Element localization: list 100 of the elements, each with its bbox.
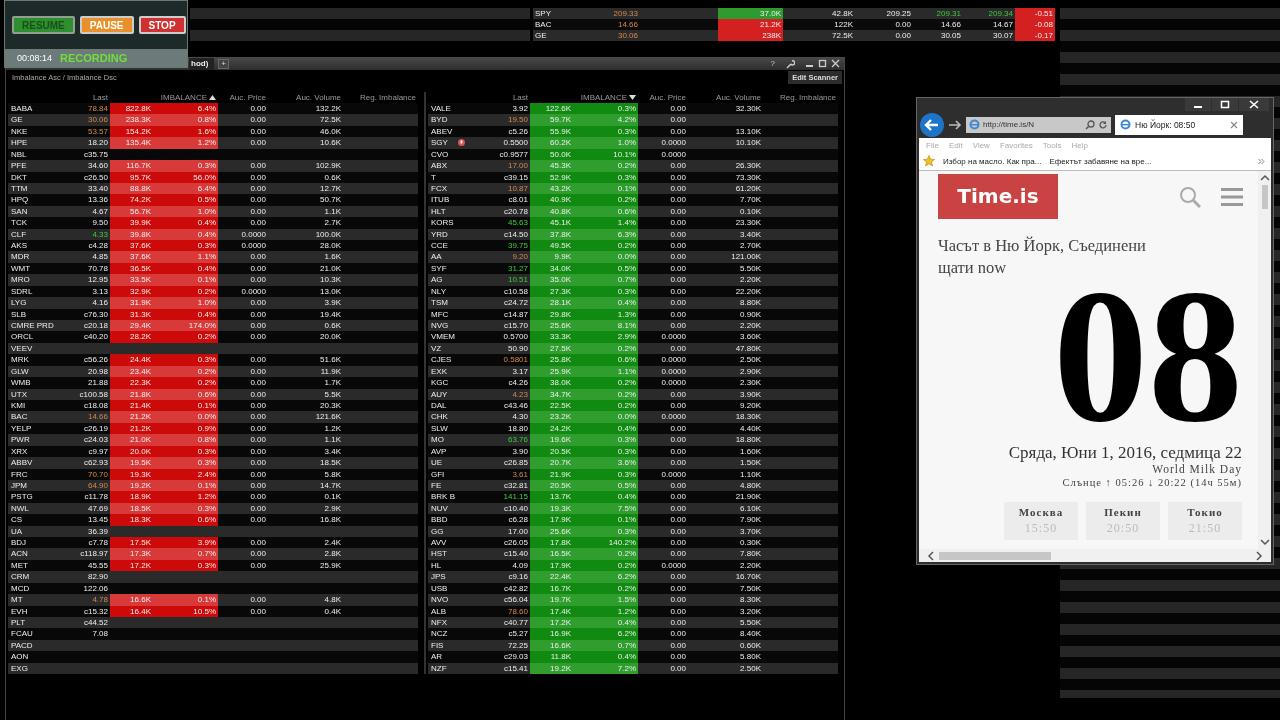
table-row[interactable]: BAC 14.66 21.2K 0.0% 0.00 121.6K — [8, 411, 418, 423]
table-row[interactable]: KGC c4.26 38.0K 0.2% 0.0000 2.30K — [428, 377, 838, 389]
scroll-left-icon[interactable] — [927, 550, 935, 561]
close-icon[interactable] — [831, 59, 840, 68]
refresh-icon[interactable] — [1098, 119, 1108, 130]
table-row[interactable]: KORS 45.63 45.1K 1.4% 0.00 23.30K — [428, 217, 838, 229]
back-button[interactable] — [920, 112, 944, 137]
horizontal-scrollbar[interactable] — [919, 549, 1271, 562]
address-bar[interactable]: http://time.is/N — [966, 116, 1111, 133]
maximize-icon[interactable] — [1212, 98, 1238, 111]
table-row[interactable]: BABA 78.84 822.8K 6.4% 0.00 132.2K — [8, 103, 418, 115]
table-row[interactable]: GE 30.06 238.3K 0.8% 0.00 72.5K — [8, 114, 418, 126]
table-row[interactable]: MO 63.76 19.6K 0.3% 0.00 18.80K — [428, 434, 838, 446]
favorite-link[interactable]: Ефектът забавяне на вре... — [1049, 156, 1152, 166]
close-icon[interactable] — [1239, 98, 1269, 111]
table-row[interactable]: MRO 12.95 33.5K 0.1% 0.00 10.3K — [8, 274, 418, 286]
column-header[interactable]: Auc. Price — [638, 92, 688, 103]
new-tab-button[interactable]: + — [218, 58, 229, 69]
table-row[interactable]: CHK 4.30 23.2K 0.0% 0.0000 18.30K — [428, 411, 838, 423]
table-row[interactable]: ABX 17.00 45.3K 0.2% 0.00 26.30K — [428, 160, 838, 172]
column-header[interactable]: Auc. Volume — [268, 92, 343, 103]
table-row[interactable]: HST c15.40 16.5K 0.2% 0.00 7.80K — [428, 548, 838, 560]
table-row[interactable]: CRM 82.90 — [8, 571, 418, 583]
table-row[interactable]: GFI 3.61 21.9K 0.3% 0.0000 1.10K — [428, 468, 838, 480]
scrollbar-thumb[interactable] — [1261, 185, 1268, 209]
table-row[interactable]: ITUB c8.01 40.9K 0.2% 0.00 7.70K — [428, 194, 838, 206]
table-row[interactable]: CJES 0.5801 25.8K 0.6% 0.0000 2.50K — [428, 354, 838, 366]
menu-icon[interactable] — [1221, 187, 1243, 206]
table-row[interactable]: AUY 4.23 34.7K 0.2% 0.00 3.90K — [428, 388, 838, 400]
column-header[interactable]: IMBALANCE — [160, 92, 207, 103]
site-logo[interactable]: Time.is — [938, 174, 1058, 219]
quote-row[interactable]: BAC 14.66 21.2K 122K 0.00 14.66 14.67 -0.08 — [533, 19, 1055, 30]
table-row[interactable]: AA 9.20 9.9K 0.0% 0.00 121.00K — [428, 251, 838, 263]
star-icon[interactable] — [923, 155, 935, 167]
table-row[interactable]: SGY 0.5500 60.2K 1.0% 0.0000 10.10K — [428, 137, 838, 149]
table-row[interactable]: HPQ 13.36 74.2K 0.5% 0.00 50.7K — [8, 194, 418, 206]
column-header[interactable]: Last — [72, 92, 110, 103]
column-header[interactable]: Auc. Price — [218, 92, 268, 103]
scroll-down-icon[interactable] — [1259, 538, 1270, 546]
forward-button[interactable] — [948, 118, 962, 131]
column-header[interactable]: Last — [492, 92, 530, 103]
table-row[interactable]: BDJ c7.78 17.5K 3.9% 0.00 2.4K — [8, 537, 418, 549]
table-row[interactable]: MDR 4.85 37.6K 1.1% 0.00 1.6K — [8, 251, 418, 263]
search-icon[interactable] — [1085, 119, 1095, 130]
table-row[interactable]: NVO c56.04 19.7K 1.5% 0.00 8.30K — [428, 594, 838, 606]
help-button[interactable]: ? — [770, 59, 775, 68]
table-row[interactable]: T c39.15 52.9K 0.3% 0.00 73.30K — [428, 171, 838, 183]
table-row[interactable]: CS 13.45 18.3K 0.6% 0.00 16.8K — [8, 514, 418, 526]
table-row[interactable]: VALE 3.92 122.6K 0.3% 0.00 32.30K — [428, 103, 838, 115]
table-row[interactable]: NVG c15.70 25.6K 8.1% 0.00 2.20K — [428, 320, 838, 332]
column-header[interactable]: Auc. Volume — [688, 92, 763, 103]
quote-row[interactable]: SPY 209.33 37.0K 42.8K 209.25 209.31 209.34 -0.51 — [533, 8, 1055, 19]
table-row[interactable]: UE c26.85 20.7K 3.6% 0.00 1.50K — [428, 457, 838, 469]
table-row[interactable]: MT 4.78 16.6K 0.1% 0.00 4.8K — [8, 594, 418, 606]
table-row[interactable]: PWR c24.03 21.0K 0.8% 0.00 1.1K — [8, 434, 418, 446]
table-row[interactable]: BBD c6.28 17.9K 0.1% 0.00 7.90K — [428, 514, 838, 526]
maximize-icon[interactable] — [818, 59, 827, 68]
table-row[interactable]: ALB 78.60 17.4K 1.2% 0.00 3.20K — [428, 605, 838, 617]
table-row[interactable]: JPS c9.16 22.4K 6.2% 0.00 16.70K — [428, 571, 838, 583]
table-row[interactable]: MRK c56.26 24.4K 0.3% 0.00 51.6K — [8, 354, 418, 366]
table-row[interactable]: CMRE PRD c20.18 29.4K 174.0% 0.00 0.6K — [8, 320, 418, 332]
wrench-icon[interactable] — [785, 58, 795, 69]
table-row[interactable]: AG 10.51 35.0K 0.7% 0.00 2.20K — [428, 274, 838, 286]
favorite-link[interactable]: Избор на масло. Как пра... — [943, 156, 1042, 166]
table-row[interactable]: PFE 34.60 116.7K 0.3% 0.00 102.9K — [8, 160, 418, 172]
table-row[interactable]: LYG 4.16 31.9K 1.0% 0.00 3.9K — [8, 297, 418, 309]
table-row[interactable]: AON — [8, 651, 418, 663]
window-tab[interactable]: hod) — [189, 57, 215, 70]
vertical-scrollbar[interactable] — [1258, 171, 1271, 549]
minimize-icon[interactable] — [1185, 98, 1211, 111]
scroll-right-icon[interactable] — [1255, 550, 1263, 561]
table-row[interactable]: AKS c4.28 37.6K 0.3% 0.0000 28.0K — [8, 240, 418, 252]
table-row[interactable]: UTX c100.58 21.8K 0.6% 0.00 5.5K — [8, 388, 418, 400]
table-row[interactable]: FRC 70.70 19.3K 2.4% 0.00 5.8K — [8, 468, 418, 480]
quote-row[interactable]: GE 30.06 238K 72.5K 0.00 30.05 30.07 -0.17 — [533, 30, 1055, 41]
table-row[interactable]: WMB 21.88 22.3K 0.2% 0.00 1.7K — [8, 377, 418, 389]
table-row[interactable]: ABBV c62.93 19.5K 0.3% 0.00 18.5K — [8, 457, 418, 469]
table-row[interactable]: ORCL c40.20 28.2K 0.2% 0.00 20.0K — [8, 331, 418, 343]
table-row[interactable]: ACN c118.97 17.3K 0.7% 0.00 2.8K — [8, 548, 418, 560]
table-row[interactable]: VMEM 0.5700 33.3K 2.9% 0.0000 3.60K — [428, 331, 838, 343]
table-row[interactable]: AR c29.03 11.8K 0.4% 0.00 5.80K — [428, 651, 838, 663]
column-header[interactable]: Reg. Imbalance — [763, 92, 838, 103]
table-row[interactable]: NCZ c5.27 16.9K 6.2% 0.00 8.40K — [428, 628, 838, 640]
table-row[interactable]: TCK 9.50 39.9K 0.4% 0.00 2.7K — [8, 217, 418, 229]
table-row[interactable]: PSTG c11.78 18.9K 1.2% 0.00 0.1K — [8, 491, 418, 503]
table-row[interactable]: TSM c24.72 28.1K 0.4% 0.00 8.80K — [428, 297, 838, 309]
table-row[interactable]: FCAU 7.08 — [8, 628, 418, 640]
scroll-up-icon[interactable] — [1259, 174, 1270, 182]
table-row[interactable]: BYD 19.50 59.7K 4.2% 0.00 — [428, 114, 838, 126]
column-header[interactable]: IMBALANCE — [580, 92, 627, 103]
table-row[interactable]: DKT c26.50 95.7K 56.0% 0.00 0.6K — [8, 171, 418, 183]
scrollbar-thumb[interactable] — [939, 551, 1051, 560]
column-header[interactable]: Reg. Imbalance — [343, 92, 418, 103]
table-row[interactable]: HPE 18.20 135.4K 1.2% 0.00 10.6K — [8, 137, 418, 149]
table-row[interactable]: CCE 39.75 49.5K 0.2% 0.00 2.70K — [428, 240, 838, 252]
table-row[interactable]: AVV c26.05 17.8K 140.2% 0.00 0.30K — [428, 537, 838, 549]
table-row[interactable]: BRK B 141.15 13.7K 0.4% 0.00 21.90K — [428, 491, 838, 503]
recorder-button[interactable]: STOP — [138, 16, 186, 34]
browser-tab[interactable]: Ню Йорк: 08:50 — [1115, 114, 1243, 135]
table-row[interactable]: EVH c15.32 16.4K 10.5% 0.00 0.4K — [8, 605, 418, 617]
